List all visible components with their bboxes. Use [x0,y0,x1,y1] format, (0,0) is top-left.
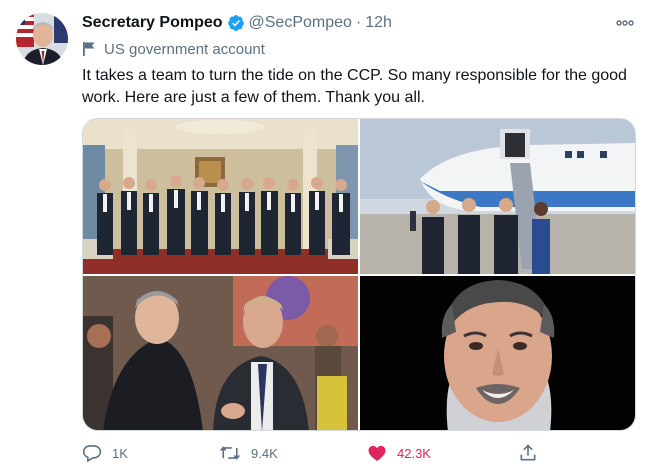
reply-icon [82,443,102,463]
flag-icon [82,41,96,57]
like-count: 42.3K [397,445,431,461]
retweet-icon [219,443,241,463]
tweet-text: It takes a team to turn the tide on the … [82,67,627,106]
photo-two-men-conversation[interactable] [83,276,358,430]
avatar[interactable] [16,13,68,65]
media-grid [82,118,636,431]
reply-count: 1K [112,445,128,461]
retweet-button[interactable]: 9.4K [219,442,278,464]
display-name[interactable]: Secretary Pompeo [82,14,223,32]
account-label[interactable]: US government account [82,38,265,60]
heart-filled-icon [367,443,387,463]
share-button[interactable] [518,442,548,464]
photo-group-ornate-room[interactable] [83,119,358,274]
retweet-count: 9.4K [251,445,278,461]
tweet-header: Secretary Pompeo @SecPompeo · 12h [82,12,392,34]
separator-dot: · [355,14,362,31]
share-icon [518,443,538,463]
like-button[interactable]: 42.3K [367,442,431,464]
tweet-actions: 1K 9.4K 42.3K [82,442,552,464]
more-options-icon[interactable] [614,12,636,34]
account-label-text: US government account [104,40,265,58]
verified-badge-icon [227,14,245,32]
tweet-card[interactable]: Secretary Pompeo @SecPompeo · 12h US gov… [0,0,652,474]
tweet-timestamp[interactable]: 12h [365,14,392,32]
reply-button[interactable]: 1K [82,442,128,464]
user-handle[interactable]: @SecPompeo [249,14,352,32]
portrait-man-smiling[interactable] [360,276,635,430]
photo-group-airplane[interactable] [360,119,635,274]
